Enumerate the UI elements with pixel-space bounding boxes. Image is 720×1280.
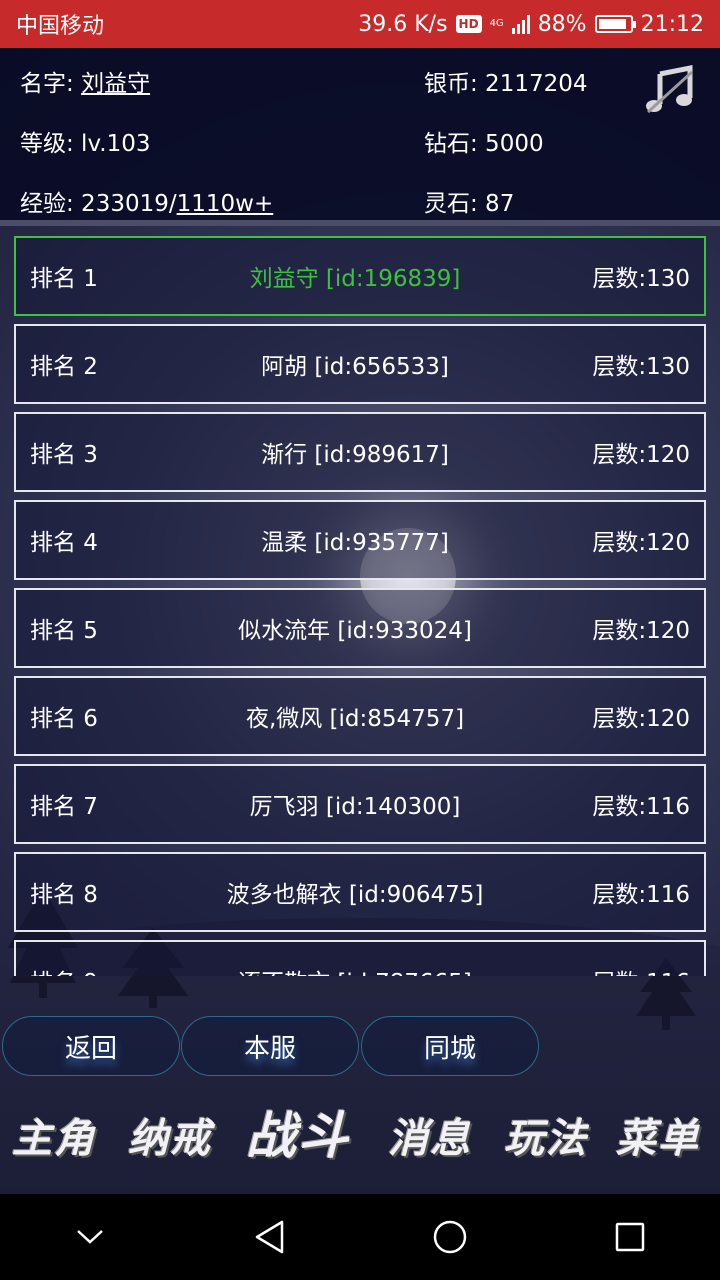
game-area: 名字: 刘益守 等级: lv.103 经验: 233019/1110w+ 银币:… [0, 48, 720, 1194]
floor-count: 层数:130 [592, 354, 690, 380]
silver-coins: 银币: 2117204 [424, 71, 588, 97]
ranking-row[interactable]: 排名 7 厉飞羽 [id:140300] 层数:116 [14, 764, 706, 844]
music-note-icon[interactable] [644, 64, 696, 116]
player-entry-name: 刘益守 [id:196839] [249, 266, 461, 292]
rank-label: 排名 3 [30, 442, 98, 468]
rank-label: 排名 6 [30, 706, 98, 732]
floor-count: 层数:120 [592, 706, 690, 732]
floor-count: 层数:116 [592, 794, 690, 820]
floor-count: 层数:130 [592, 266, 690, 292]
menu-battle[interactable]: 战斗 [246, 1096, 350, 1168]
back-icon[interactable] [240, 1207, 300, 1267]
player-entry-name: 波多也解衣 [id:906475] [226, 882, 484, 908]
rank-label: 排名 5 [30, 618, 98, 644]
ranking-row[interactable]: 排名 2 阿胡 [id:656533] 层数:130 [14, 324, 706, 404]
player-entry-name: 逐不散文 [id:787665] [170, 963, 540, 976]
ranking-row[interactable]: 排名 8 波多也解衣 [id:906475] 层数:116 [14, 852, 706, 932]
signal-icon [511, 14, 530, 34]
rank-label: 排名 4 [30, 530, 98, 556]
player-exp-label: 经验: 233019/ [20, 191, 177, 217]
rank-label: 排名 7 [30, 794, 98, 820]
navigation-bar [0, 1194, 720, 1280]
carrier-name: 中国移动 [16, 14, 105, 39]
ranking-row[interactable]: 排名 9 逐不散文 [id:787665] 层数:116 [14, 940, 706, 976]
player-entry-name: 夜,微风 [id:854757] [245, 706, 465, 732]
ranking-row[interactable]: 排名 3 渐行 [id:989617] 层数:120 [14, 412, 706, 492]
player-entry-name: 阿胡 [id:656533] [261, 354, 449, 380]
menu-gameplay[interactable]: 玩法 [504, 1106, 588, 1164]
floor-count: 层数:116 [540, 963, 690, 976]
rank-label: 排名 9 [30, 963, 170, 976]
menu-hero[interactable]: 主角 [12, 1106, 96, 1164]
rank-label: 排名 1 [30, 266, 98, 292]
player-entry-name: 渐行 [id:989617] [261, 442, 449, 468]
player-exp: 经验: 233019/1110w+ [20, 184, 273, 218]
player-name-link[interactable]: 刘益守 [81, 71, 150, 97]
battery-percent: 88% [537, 11, 587, 37]
floor-count: 层数:120 [592, 442, 690, 468]
player-name: 名字: 刘益守 [20, 64, 150, 98]
player-entry-name: 温柔 [id:935777] [261, 530, 449, 556]
home-icon[interactable] [420, 1207, 480, 1267]
tab-server[interactable]: 本服 [181, 1016, 359, 1076]
menu-ring[interactable]: 纳戒 [128, 1106, 212, 1164]
recents-icon[interactable] [600, 1207, 660, 1267]
network-speed: 39.6 K/s [358, 11, 448, 37]
battery-icon [594, 15, 636, 33]
floor-count: 层数:116 [592, 882, 690, 908]
header-divider [0, 220, 720, 226]
ranking-list[interactable]: 排名 1 刘益守 [id:196839] 层数:130 排名 2 阿胡 [id:… [14, 236, 706, 976]
main-menu: 主角 纳戒 战斗 消息 玩法 菜单 [0, 1088, 720, 1194]
rank-label: 排名 8 [30, 882, 98, 908]
back-button[interactable]: 返回 [2, 1016, 180, 1076]
network-type: 4G [489, 18, 504, 29]
diamonds: 钻石: 5000 [424, 131, 544, 157]
ranking-row[interactable]: 排名 4 温柔 [id:935777] 层数:120 [14, 500, 706, 580]
floor-count: 层数:120 [592, 618, 690, 644]
player-entry-name: 似水流年 [id:933024] [238, 618, 472, 644]
hd-badge: HD [455, 15, 482, 33]
rank-label: 排名 2 [30, 354, 98, 380]
spirit-stones: 灵石: 87 [424, 191, 515, 217]
player-entry-name: 厉飞羽 [id:140300] [249, 794, 461, 820]
floor-count: 层数:120 [592, 530, 690, 556]
tab-city[interactable]: 同城 [361, 1016, 539, 1076]
ranking-row[interactable]: 排名 1 刘益守 [id:196839] 层数:130 [14, 236, 706, 316]
player-level: 等级: lv.103 [20, 131, 151, 157]
chevron-down-icon[interactable] [60, 1207, 120, 1267]
ranking-row[interactable]: 排名 6 夜,微风 [id:854757] 层数:120 [14, 676, 706, 756]
ranking-row[interactable]: 排名 5 似水流年 [id:933024] 层数:120 [14, 588, 706, 668]
player-info-panel: 名字: 刘益守 等级: lv.103 经验: 233019/1110w+ 银币:… [0, 48, 720, 222]
player-name-label: 名字: [20, 71, 82, 97]
menu-message[interactable]: 消息 [388, 1106, 472, 1164]
menu-settings[interactable]: 菜单 [616, 1106, 700, 1164]
status-bar: 中国移动 39.6 K/s HD 4G 88% 21:12 [0, 0, 720, 48]
player-exp-max[interactable]: 1110w+ [177, 191, 274, 217]
clock: 21:12 [640, 11, 704, 37]
